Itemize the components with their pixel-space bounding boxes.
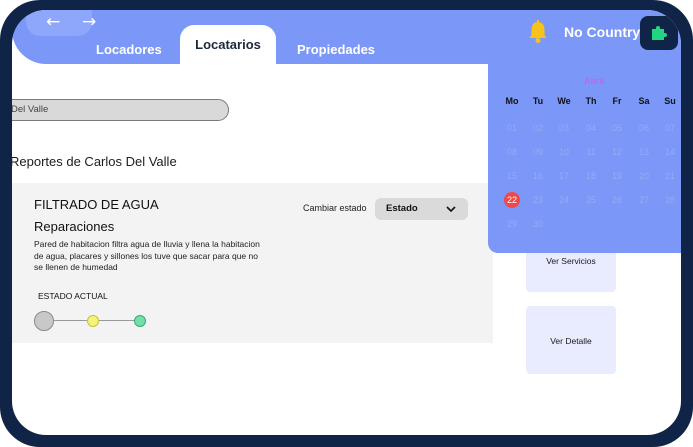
calendar-day[interactable]: 23	[526, 192, 550, 208]
calendar-day[interactable]: 26	[605, 192, 629, 208]
calendar-weekday: Fr	[612, 96, 622, 106]
calendar-weekday: Tu	[532, 96, 544, 106]
calendar-dropdown: Abril Mo Tu We Th Fr Sa Su 01 02 03 04 05 06 07 08 09 10…	[488, 64, 681, 253]
search-input[interactable]: Del Valle	[12, 99, 229, 121]
report-category: Reparaciones	[34, 219, 115, 234]
calendar-day[interactable]: 13	[632, 144, 656, 160]
calendar-day[interactable]: 30	[526, 216, 550, 232]
status-select[interactable]: Estado	[375, 198, 468, 220]
calendar-day[interactable]: 28	[658, 192, 681, 208]
tab-locadores[interactable]: Locadores	[96, 42, 162, 57]
calendar-weekday: Mo	[505, 96, 519, 106]
extension-button[interactable]	[640, 16, 678, 50]
tab-propiedades[interactable]: Propiedades	[297, 42, 375, 57]
calendar-month: Abril	[584, 76, 605, 86]
calendar-day[interactable]: 24	[552, 192, 576, 208]
calendar-day[interactable]: 09	[526, 144, 550, 160]
change-status-label: Cambiar estado	[303, 203, 367, 213]
tab-locatarios[interactable]: Locatarios	[180, 25, 276, 66]
calendar-day[interactable]: 21	[658, 168, 681, 184]
calendar-day[interactable]: 12	[605, 144, 629, 160]
arrow-right-icon[interactable]: →	[82, 12, 96, 32]
status-select-value: Estado	[386, 203, 418, 214]
calendar-day[interactable]: 03	[552, 120, 576, 136]
status-progress	[34, 311, 154, 331]
device-frame: ← → Locadores Propiedades No Country Loc…	[0, 0, 693, 447]
calendar-day[interactable]: 04	[579, 120, 603, 136]
chevron-down-icon	[446, 206, 456, 212]
app-screen: ← → Locadores Propiedades No Country Loc…	[12, 10, 681, 435]
report-title: FILTRADO DE AGUA	[34, 197, 159, 212]
calendar-day[interactable]: 16	[526, 168, 550, 184]
calendar-day[interactable]: 14	[658, 144, 681, 160]
calendar-day[interactable]: 11	[579, 144, 603, 160]
calendar-weekday: Th	[585, 96, 597, 106]
calendar-day-today[interactable]: 22	[504, 192, 520, 208]
calendar-day[interactable]: 06	[632, 120, 656, 136]
reports-title: Reportes de Carlos Del Valle	[12, 154, 177, 169]
calendar-day[interactable]: 05	[605, 120, 629, 136]
country-selector[interactable]: No Country	[564, 24, 640, 40]
calendar-weekday: We	[557, 96, 571, 106]
current-status-label: ESTADO ACTUAL	[38, 291, 108, 301]
report-description: Pared de habitacion filtra agua de lluvi…	[34, 239, 260, 272]
status-step-3	[134, 315, 146, 327]
calendar-day[interactable]: 25	[579, 192, 603, 208]
calendar-day[interactable]: 18	[579, 168, 603, 184]
calendar-day[interactable]: 27	[632, 192, 656, 208]
calendar-day[interactable]: 19	[605, 168, 629, 184]
status-step-1	[34, 311, 54, 331]
calendar-day[interactable]: 08	[500, 144, 524, 160]
view-detail-button[interactable]: Ver Detalle	[526, 306, 616, 374]
bell-icon[interactable]	[527, 20, 549, 44]
calendar-weekday: Sa	[638, 96, 650, 106]
status-step-2	[87, 315, 99, 327]
puzzle-icon	[652, 26, 667, 40]
report-card: FILTRADO DE AGUA Reparaciones Pared de h…	[12, 183, 493, 343]
calendar-day[interactable]: 10	[552, 144, 576, 160]
calendar-day[interactable]: 01	[500, 120, 524, 136]
calendar-day[interactable]: 17	[552, 168, 576, 184]
calendar-day[interactable]: 07	[658, 120, 681, 136]
top-header: ← → Locadores Propiedades No Country	[12, 10, 681, 64]
calendar-day[interactable]: 29	[500, 216, 524, 232]
arrow-left-icon[interactable]: ←	[46, 12, 60, 32]
nav-buttons: ← →	[26, 10, 96, 36]
calendar-day[interactable]: 15	[500, 168, 524, 184]
calendar-weekday: Su	[664, 96, 676, 106]
calendar-day[interactable]: 20	[632, 168, 656, 184]
calendar-day[interactable]: 02	[526, 120, 550, 136]
